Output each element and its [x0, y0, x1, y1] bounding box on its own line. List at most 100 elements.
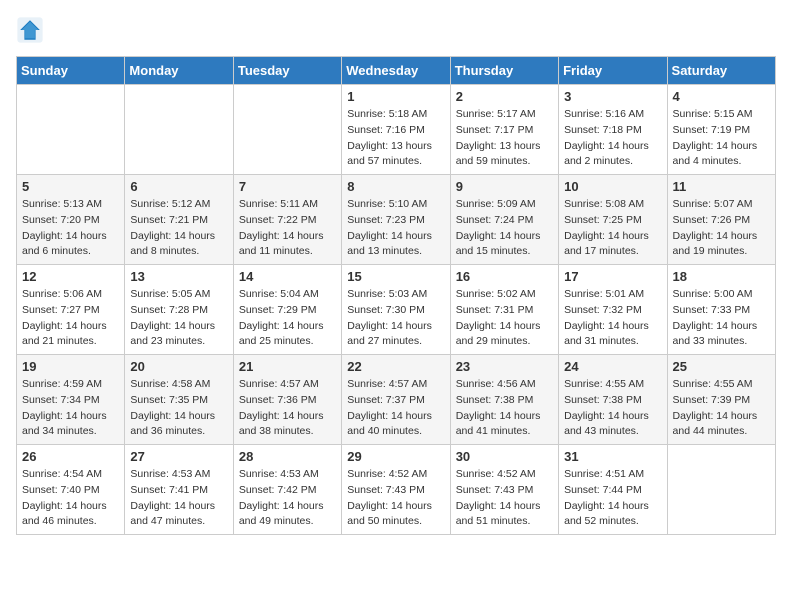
- day-info: Sunrise: 5:04 AM Sunset: 7:29 PM Dayligh…: [239, 287, 336, 350]
- day-info: Sunrise: 5:12 AM Sunset: 7:21 PM Dayligh…: [130, 197, 227, 260]
- calendar-week: 5 Sunrise: 5:13 AM Sunset: 7:20 PM Daylig…: [17, 175, 776, 265]
- calendar-cell: 22 Sunrise: 4:57 AM Sunset: 7:37 PM Dayli…: [342, 355, 450, 445]
- day-number: 30: [456, 449, 553, 464]
- day-number: 9: [456, 179, 553, 194]
- calendar-week: 12 Sunrise: 5:06 AM Sunset: 7:27 PM Dayli…: [17, 265, 776, 355]
- day-info: Sunrise: 5:03 AM Sunset: 7:30 PM Dayligh…: [347, 287, 444, 350]
- day-number: 1: [347, 89, 444, 104]
- day-number: 4: [673, 89, 770, 104]
- calendar-cell: 23 Sunrise: 4:56 AM Sunset: 7:38 PM Dayli…: [450, 355, 558, 445]
- day-info: Sunrise: 4:54 AM Sunset: 7:40 PM Dayligh…: [22, 467, 119, 530]
- day-number: 31: [564, 449, 661, 464]
- calendar-cell: [125, 85, 233, 175]
- day-info: Sunrise: 4:52 AM Sunset: 7:43 PM Dayligh…: [347, 467, 444, 530]
- day-number: 3: [564, 89, 661, 104]
- day-info: Sunrise: 4:53 AM Sunset: 7:41 PM Dayligh…: [130, 467, 227, 530]
- day-number: 12: [22, 269, 119, 284]
- day-info: Sunrise: 4:52 AM Sunset: 7:43 PM Dayligh…: [456, 467, 553, 530]
- calendar-cell: 25 Sunrise: 4:55 AM Sunset: 7:39 PM Dayli…: [667, 355, 775, 445]
- calendar-week: 1 Sunrise: 5:18 AM Sunset: 7:16 PM Daylig…: [17, 85, 776, 175]
- calendar-cell: 21Sunrise: 4:57 AM Sunset: 7:36 PM Dayli…: [233, 355, 341, 445]
- day-info: Sunrise: 5:10 AM Sunset: 7:23 PM Dayligh…: [347, 197, 444, 260]
- calendar-cell: 5 Sunrise: 5:13 AM Sunset: 7:20 PM Daylig…: [17, 175, 125, 265]
- day-number: 29: [347, 449, 444, 464]
- calendar-cell: 1 Sunrise: 5:18 AM Sunset: 7:16 PM Daylig…: [342, 85, 450, 175]
- day-number: 13: [130, 269, 227, 284]
- calendar-cell: 2 Sunrise: 5:17 AM Sunset: 7:17 PM Daylig…: [450, 85, 558, 175]
- day-info: Sunrise: 5:18 AM Sunset: 7:16 PM Dayligh…: [347, 107, 444, 170]
- day-info: Sunrise: 5:17 AM Sunset: 7:17 PM Dayligh…: [456, 107, 553, 170]
- calendar-cell: 11 Sunrise: 5:07 AM Sunset: 7:26 PM Dayli…: [667, 175, 775, 265]
- calendar-cell: 9 Sunrise: 5:09 AM Sunset: 7:24 PM Daylig…: [450, 175, 558, 265]
- day-number: 18: [673, 269, 770, 284]
- calendar-cell: 3 Sunrise: 5:16 AM Sunset: 7:18 PM Daylig…: [559, 85, 667, 175]
- calendar-cell: 20 Sunrise: 4:58 AM Sunset: 7:35 PM Dayli…: [125, 355, 233, 445]
- calendar-cell: [233, 85, 341, 175]
- calendar-cell: 15 Sunrise: 5:03 AM Sunset: 7:30 PM Dayli…: [342, 265, 450, 355]
- day-info: Sunrise: 4:55 AM Sunset: 7:39 PM Dayligh…: [673, 377, 770, 440]
- day-info: Sunrise: 5:00 AM Sunset: 7:33 PM Dayligh…: [673, 287, 770, 350]
- calendar-cell: 7 Sunrise: 5:11 AM Sunset: 7:22 PM Daylig…: [233, 175, 341, 265]
- logo-icon: [16, 16, 44, 44]
- day-number: 15: [347, 269, 444, 284]
- day-info: Sunrise: 4:51 AM Sunset: 7:44 PM Dayligh…: [564, 467, 661, 530]
- day-number: 22: [347, 359, 444, 374]
- day-info: Sunrise: 4:57 AM Sunset: 7:37 PM Dayligh…: [347, 377, 444, 440]
- day-number: 8: [347, 179, 444, 194]
- calendar-cell: 29 Sunrise: 4:52 AM Sunset: 7:43 PM Dayli…: [342, 445, 450, 535]
- day-number: 24: [564, 359, 661, 374]
- day-info: Sunrise: 5:11 AM Sunset: 7:22 PM Dayligh…: [239, 197, 336, 260]
- day-number: 5: [22, 179, 119, 194]
- day-header: Sunday: [17, 57, 125, 85]
- day-info: Sunrise: 5:06 AM Sunset: 7:27 PM Dayligh…: [22, 287, 119, 350]
- day-info: Sunrise: 5:13 AM Sunset: 7:20 PM Dayligh…: [22, 197, 119, 260]
- day-number: 7: [239, 179, 336, 194]
- calendar-cell: 6 Sunrise: 5:12 AM Sunset: 7:21 PM Daylig…: [125, 175, 233, 265]
- calendar-body: 1 Sunrise: 5:18 AM Sunset: 7:16 PM Daylig…: [17, 85, 776, 535]
- day-info: Sunrise: 5:15 AM Sunset: 7:19 PM Dayligh…: [673, 107, 770, 170]
- day-info: Sunrise: 5:02 AM Sunset: 7:31 PM Dayligh…: [456, 287, 553, 350]
- day-info: Sunrise: 4:57 AM Sunset: 7:36 PM Dayligh…: [239, 377, 336, 440]
- day-header: Wednesday: [342, 57, 450, 85]
- day-info: Sunrise: 4:56 AM Sunset: 7:38 PM Dayligh…: [456, 377, 553, 440]
- calendar-cell: [667, 445, 775, 535]
- day-info: Sunrise: 4:58 AM Sunset: 7:35 PM Dayligh…: [130, 377, 227, 440]
- calendar-cell: 31 Sunrise: 4:51 AM Sunset: 7:44 PM Dayli…: [559, 445, 667, 535]
- calendar-cell: 19Sunrise: 4:59 AM Sunset: 7:34 PM Dayli…: [17, 355, 125, 445]
- day-info: Sunrise: 5:07 AM Sunset: 7:26 PM Dayligh…: [673, 197, 770, 260]
- calendar-cell: [17, 85, 125, 175]
- calendar-cell: 28 Sunrise: 4:53 AM Sunset: 7:42 PM Dayli…: [233, 445, 341, 535]
- page-header: [16, 16, 776, 44]
- day-number: 6: [130, 179, 227, 194]
- day-number: 28: [239, 449, 336, 464]
- day-number: 11: [673, 179, 770, 194]
- calendar-cell: 8 Sunrise: 5:10 AM Sunset: 7:23 PM Daylig…: [342, 175, 450, 265]
- day-number: 16: [456, 269, 553, 284]
- calendar-cell: 4 Sunrise: 5:15 AM Sunset: 7:19 PM Daylig…: [667, 85, 775, 175]
- day-number: 26: [22, 449, 119, 464]
- day-info: Sunrise: 5:05 AM Sunset: 7:28 PM Dayligh…: [130, 287, 227, 350]
- day-header: Friday: [559, 57, 667, 85]
- calendar-cell: 13 Sunrise: 5:05 AM Sunset: 7:28 PM Dayli…: [125, 265, 233, 355]
- calendar-cell: 12 Sunrise: 5:06 AM Sunset: 7:27 PM Dayli…: [17, 265, 125, 355]
- day-info: Sunrise: 5:09 AM Sunset: 7:24 PM Dayligh…: [456, 197, 553, 260]
- day-info: Sunrise: 4:55 AM Sunset: 7:38 PM Dayligh…: [564, 377, 661, 440]
- calendar-header: SundayMondayTuesdayWednesdayThursdayFrid…: [17, 57, 776, 85]
- day-number: 23: [456, 359, 553, 374]
- calendar-week: 26 Sunrise: 4:54 AM Sunset: 7:40 PM Dayli…: [17, 445, 776, 535]
- calendar-cell: 16 Sunrise: 5:02 AM Sunset: 7:31 PM Dayli…: [450, 265, 558, 355]
- header-row: SundayMondayTuesdayWednesdayThursdayFrid…: [17, 57, 776, 85]
- day-number: 17: [564, 269, 661, 284]
- day-number: 20: [130, 359, 227, 374]
- day-info: Sunrise: 4:59 AM Sunset: 7:34 PM Dayligh…: [22, 377, 119, 440]
- calendar-cell: 10Sunrise: 5:08 AM Sunset: 7:25 PM Dayli…: [559, 175, 667, 265]
- day-info: Sunrise: 4:53 AM Sunset: 7:42 PM Dayligh…: [239, 467, 336, 530]
- day-number: 27: [130, 449, 227, 464]
- day-number: 2: [456, 89, 553, 104]
- day-header: Tuesday: [233, 57, 341, 85]
- day-number: 10: [564, 179, 661, 194]
- calendar-cell: 26 Sunrise: 4:54 AM Sunset: 7:40 PM Dayli…: [17, 445, 125, 535]
- day-header: Monday: [125, 57, 233, 85]
- day-number: 25: [673, 359, 770, 374]
- day-info: Sunrise: 5:16 AM Sunset: 7:18 PM Dayligh…: [564, 107, 661, 170]
